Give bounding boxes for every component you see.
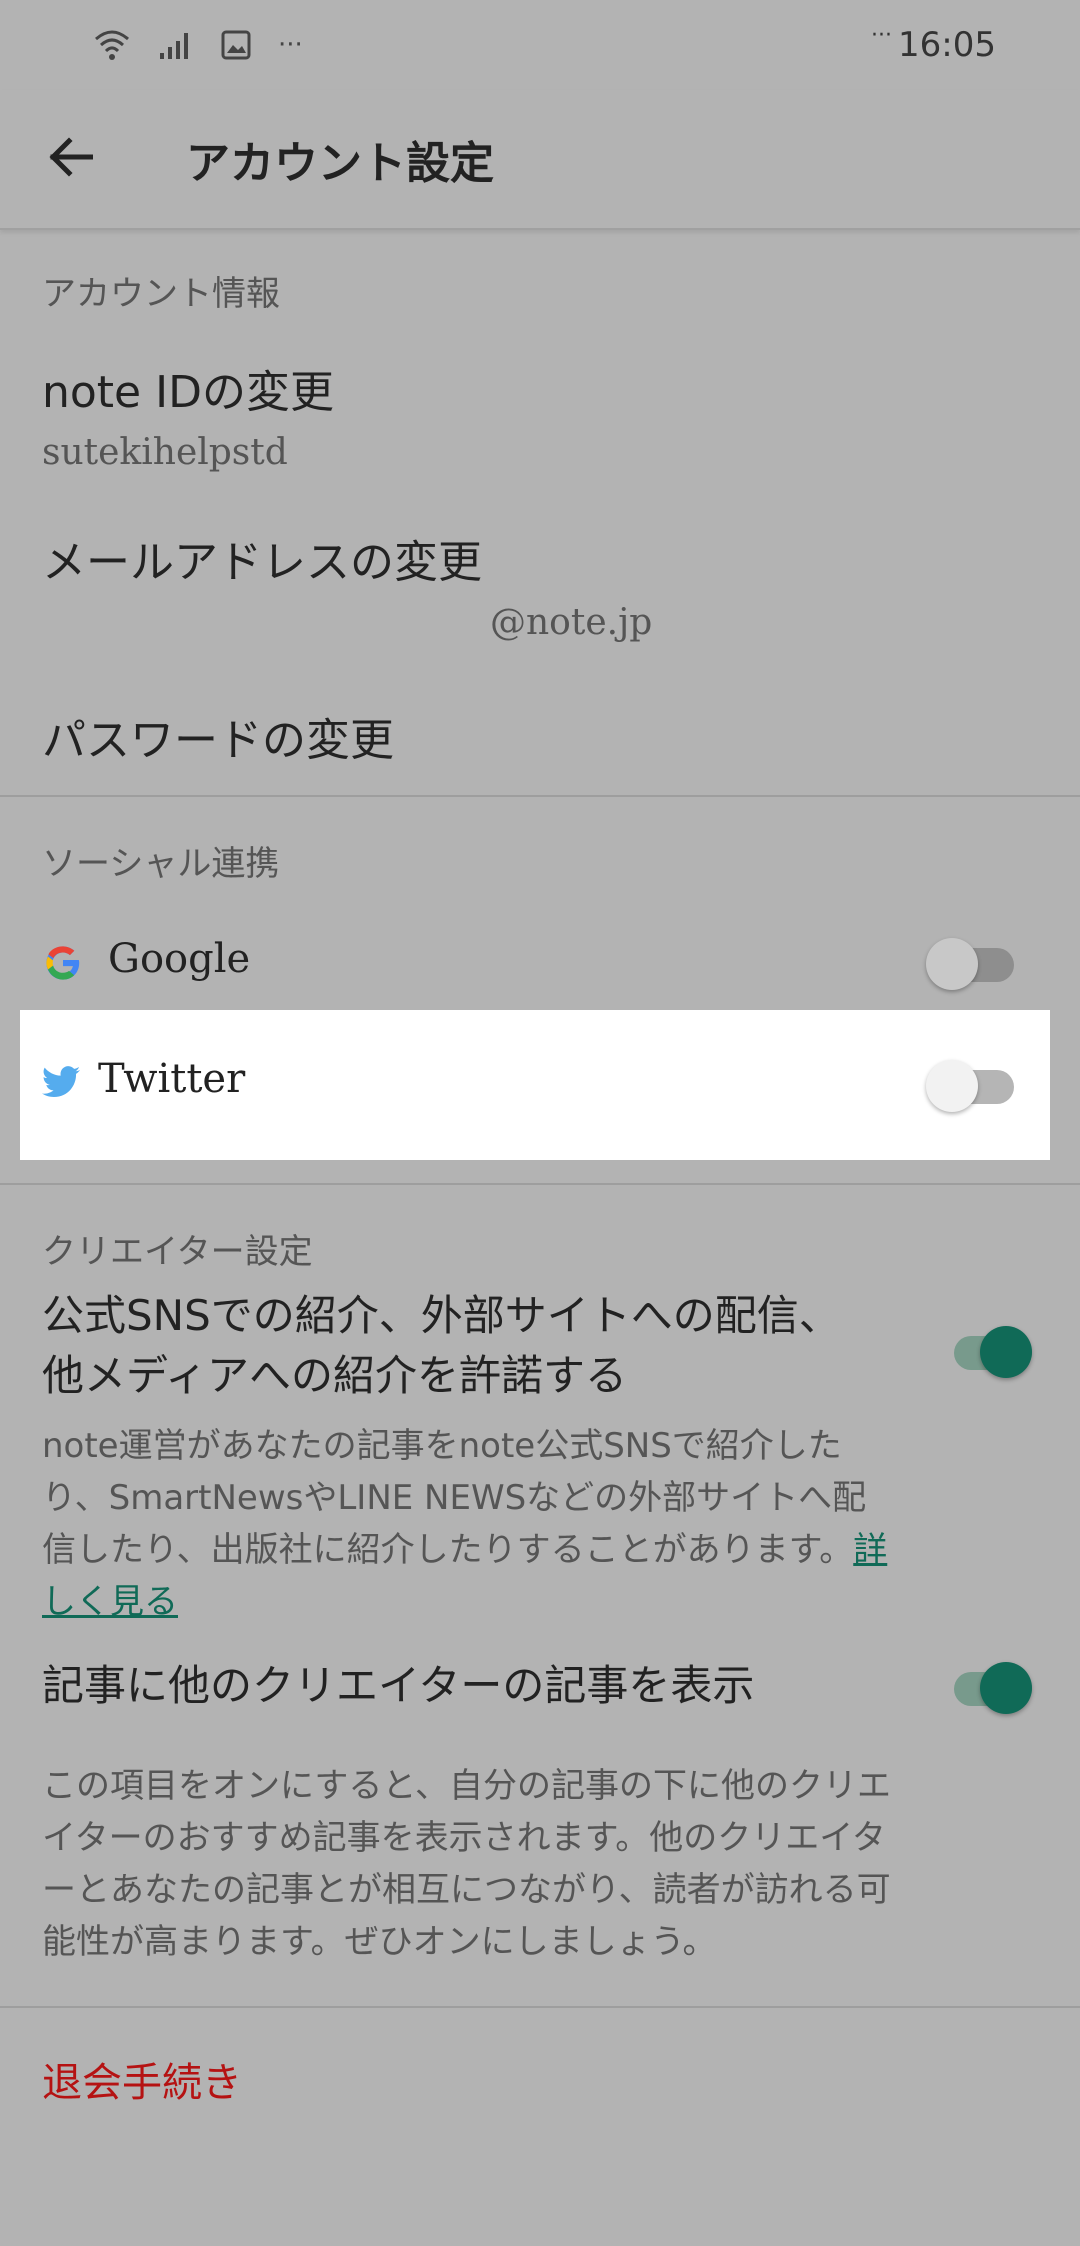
sns-permission-description: note運営があなたの記事をnote公式SNSで紹介したり、SmartNewsや… bbox=[0, 1420, 900, 1628]
back-button[interactable] bbox=[0, 89, 140, 229]
notification-dots: ··· bbox=[871, 22, 893, 48]
toggle-knob bbox=[980, 1326, 1032, 1378]
status-bar: ··· ··· 16:05 bbox=[0, 0, 1080, 90]
section-social: ソーシャル連携 bbox=[42, 844, 280, 884]
note-id-value: sutekihelpstd bbox=[42, 432, 288, 473]
clock-time: 16:05 bbox=[898, 25, 996, 65]
google-icon bbox=[42, 942, 84, 988]
sns-permission-toggle[interactable] bbox=[944, 1322, 1034, 1382]
divider bbox=[0, 1183, 1080, 1185]
twitter-icon bbox=[42, 1066, 80, 1102]
divider bbox=[0, 2006, 1080, 2008]
recommend-description: この項目をオンにすると、自分の記事の下に他のクリエイターのおすすめ記事を表示され… bbox=[42, 1766, 891, 1962]
more-dots-icon: ··· bbox=[278, 30, 303, 60]
withdraw-link[interactable]: 退会手続き bbox=[0, 2050, 242, 2108]
google-row[interactable]: Google bbox=[0, 904, 1080, 1024]
google-label: Google bbox=[108, 936, 251, 982]
page-title: アカウント設定 bbox=[186, 138, 494, 189]
google-toggle[interactable] bbox=[926, 934, 1016, 994]
toggle-knob bbox=[926, 938, 978, 990]
section-creator: クリエイター設定 bbox=[42, 1232, 313, 1272]
sns-permission-title: 公式SNSでの紹介、外部サイトへの配信、他メディアへの紹介を許諾する bbox=[42, 1291, 841, 1400]
sns-description-text: note運営があなたの記事をnote公式SNSで紹介したり、SmartNewsや… bbox=[42, 1426, 867, 1570]
sns-permission-item[interactable]: 公式SNSでの紹介、外部サイトへの配信、他メディアへの紹介を許諾する note運… bbox=[0, 1286, 1080, 1622]
divider bbox=[0, 795, 1080, 797]
recommend-title: 記事に他のクリエイターの記事を表示 bbox=[42, 1661, 755, 1710]
twitter-row[interactable]: Twitter bbox=[20, 1010, 1050, 1160]
section-account-info: アカウント情報 bbox=[42, 274, 280, 314]
toggle-knob bbox=[926, 1060, 978, 1112]
image-icon bbox=[220, 29, 252, 61]
app-bar: アカウント設定 bbox=[0, 90, 1080, 230]
note-id-item[interactable]: note IDの変更 sutekihelpstd bbox=[0, 340, 1080, 490]
recommend-toggle[interactable] bbox=[944, 1658, 1034, 1718]
email-item[interactable]: メールアドレスの変更 @note.jp bbox=[0, 510, 1080, 660]
password-item[interactable]: パスワードの変更 bbox=[0, 690, 1080, 790]
email-title: メールアドレスの変更 bbox=[42, 537, 482, 588]
twitter-label: Twitter bbox=[98, 1056, 246, 1102]
password-title: パスワードの変更 bbox=[42, 715, 394, 766]
email-value: @note.jp bbox=[490, 602, 653, 643]
status-icons: ··· bbox=[92, 27, 303, 63]
toggle-knob bbox=[980, 1662, 1032, 1714]
twitter-toggle[interactable] bbox=[926, 1056, 1016, 1116]
wifi-icon bbox=[92, 27, 132, 63]
arrow-back-icon bbox=[47, 137, 94, 181]
recommend-item[interactable]: 記事に他のクリエイターの記事を表示 この項目をオンにすると、自分の記事の下に他の… bbox=[0, 1650, 1080, 1970]
status-clock: ··· 16:05 bbox=[871, 22, 996, 66]
note-id-title: note IDの変更 bbox=[42, 367, 334, 418]
signal-icon bbox=[158, 29, 194, 61]
